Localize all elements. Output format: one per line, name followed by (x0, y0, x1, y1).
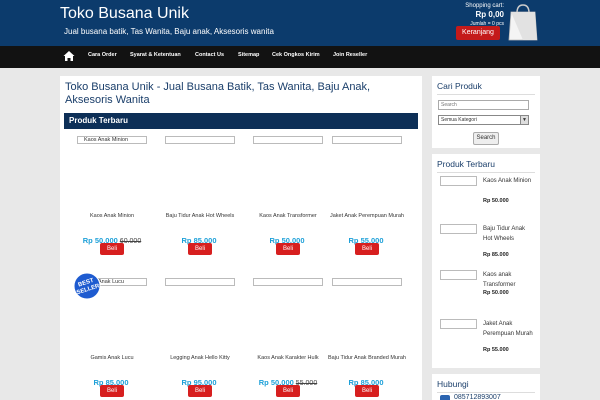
nav-contact-us[interactable]: Contact Us (195, 52, 224, 58)
product-image[interactable] (332, 136, 402, 144)
best-seller-badge: BEST SELLER (73, 272, 101, 300)
cart-total: Rp 0,00 (475, 10, 504, 19)
site-tagline: Jual busana batik, Tas Wanita, Baju anak… (64, 27, 274, 36)
latest-products-widget: Produk Terbaru Kaos Anak Minion Rp 50.00… (432, 154, 540, 368)
search-widget: Cari Produk Semua Kategori ▼ Search (432, 76, 540, 148)
product-name[interactable]: Kaos Anak Minion (69, 212, 155, 221)
widget-divider (437, 94, 535, 95)
site-title[interactable]: Toko Busana Unik (60, 5, 189, 23)
main-nav: Cara Order Syarat & Ketentuan Contact Us… (0, 46, 600, 68)
nav-sitemap[interactable]: Sitemap (238, 52, 259, 58)
product-name[interactable]: Kaos Anak Karakter Hulk (245, 354, 331, 363)
search-button[interactable]: Search (473, 132, 499, 145)
nav-cek-ongkos-kirim[interactable]: Cek Ongkos Kirim (272, 52, 320, 58)
sidebar-product-image[interactable] (440, 319, 477, 329)
sidebar-product-name[interactable]: Baju Tidur Anak Hot Wheels (483, 224, 533, 244)
sidebar-product-price: Rp 85.000 (483, 252, 509, 258)
product-name[interactable]: Legging Anak Hello Kitty (157, 354, 243, 363)
nav-syarat-ketentuan[interactable]: Syarat & Ketentuan (130, 52, 181, 58)
buy-button[interactable]: Beli (188, 243, 212, 255)
contact-number[interactable]: 085712893007 (454, 394, 501, 400)
sidebar-product-image[interactable] (440, 176, 477, 186)
product-image-alt: Kaos Anak Minion (84, 137, 129, 143)
product-name[interactable]: Gamis Anak Lucu (69, 354, 155, 363)
sidebar-product-price: Rp 55.000 (483, 347, 509, 353)
section-header: Produk Terbaru (64, 113, 418, 129)
nav-cara-order[interactable]: Cara Order (88, 52, 117, 58)
sidebar-product-price: Rp 50.000 (483, 198, 509, 204)
product-image[interactable] (253, 278, 323, 286)
buy-button[interactable]: Beli (188, 385, 212, 397)
product-image[interactable] (332, 278, 402, 286)
product-name[interactable]: Baju Tidur Anak Hot Wheels (157, 212, 243, 221)
product-image[interactable] (165, 278, 235, 286)
cart-label: Shopping cart: (465, 3, 504, 9)
buy-button[interactable]: Beli (355, 243, 379, 255)
sidebar-product-name[interactable]: Kaos anak Transformer (483, 270, 533, 290)
contact-title: Hubungi (437, 379, 469, 389)
main-content: Toko Busana Unik - Jual Busana Batik, Ta… (60, 76, 422, 400)
cart-summary: Shopping cart: Rp 0,00 Jumlah = 0 pcs (465, 2, 504, 28)
sidebar-product-image[interactable] (440, 224, 477, 234)
latest-products-title: Produk Terbaru (437, 159, 495, 169)
product-image[interactable]: Kaos Anak Minion (77, 136, 147, 144)
dropdown-arrow-icon: ▼ (520, 116, 528, 124)
widget-divider (437, 392, 535, 393)
category-select[interactable]: Semua Kategori ▼ (438, 115, 529, 125)
product-image[interactable] (253, 136, 323, 144)
buy-button[interactable]: Beli (276, 243, 300, 255)
nav-join-reseller[interactable]: Join Reseller (333, 52, 367, 58)
product-name[interactable]: Baju Tidur Anak Branded Murah (324, 354, 410, 363)
product-image[interactable] (165, 136, 235, 144)
page-title: Toko Busana Unik - Jual Busana Batik, Ta… (65, 81, 371, 106)
sidebar-product-name[interactable]: Jaket Anak Perempuan Murah (483, 319, 533, 339)
category-selected: Semua Kategori (441, 117, 477, 123)
sidebar-product-price: Rp 50.000 (483, 290, 509, 296)
search-input[interactable] (438, 100, 529, 110)
buy-button[interactable]: Beli (276, 385, 300, 397)
product-name[interactable]: Kaos Anak Transformer (245, 212, 331, 221)
site-header: Toko Busana Unik Jual busana batik, Tas … (0, 0, 600, 46)
search-widget-title: Cari Produk (437, 81, 482, 91)
home-icon[interactable] (63, 50, 75, 62)
buy-button[interactable]: Beli (100, 385, 124, 397)
sidebar-product-name[interactable]: Kaos Anak Minion (483, 176, 533, 186)
phone-icon (440, 395, 450, 400)
buy-button[interactable]: Beli (355, 385, 379, 397)
shopping-bag-icon[interactable] (507, 3, 539, 41)
contact-widget: Hubungi 085712893007 (432, 374, 540, 400)
widget-divider (437, 172, 535, 173)
buy-button[interactable]: Beli (100, 243, 124, 255)
sidebar-product-image[interactable] (440, 270, 477, 280)
section-title: Produk Terbaru (69, 116, 128, 125)
product-name[interactable]: Jaket Anak Perempuan Murah (324, 212, 410, 221)
cart-button[interactable]: Keranjang (456, 26, 500, 40)
